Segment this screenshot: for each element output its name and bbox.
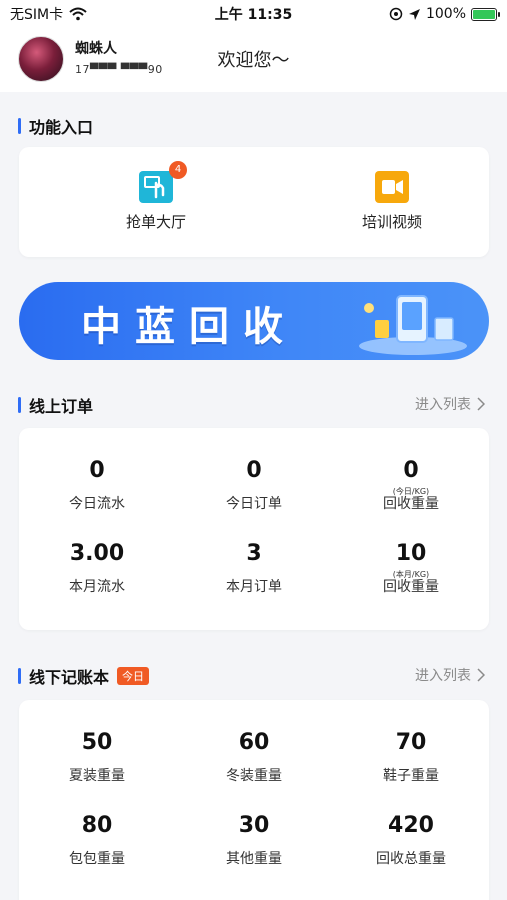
online-orders-card: 0 今日流水 0 今日订单 0 (今日/KG) 回收重量 3.00 本月流水 3… [19, 428, 489, 630]
section-accent-bar [18, 397, 21, 413]
stat-label: 冬装重量 [226, 768, 282, 784]
stat-label: 夏装重量 [69, 768, 125, 784]
banner-title: 中蓝回收 [81, 304, 297, 350]
carrier-label: 无SIM卡 [10, 7, 64, 23]
stat-value: 30 [238, 813, 270, 838]
stat-value: 0 [246, 458, 262, 483]
section-title-text: 功能入口 [29, 118, 94, 137]
video-icon [375, 171, 409, 203]
stat-label: 其他重量 [226, 851, 282, 867]
stat-other-weight[interactable]: 30 其他重量 [179, 813, 329, 868]
stat-value: 70 [395, 730, 427, 755]
orientation-lock-icon [389, 7, 403, 21]
profile-header: 蜘蛛人 17▀▀▀ ▀▀▀90 欢迎您～ [0, 28, 507, 92]
offline-ledger-enter-list-link[interactable]: 进入列表 [415, 665, 485, 685]
status-right: 100% [389, 6, 500, 22]
enter-list-label: 进入列表 [415, 397, 471, 413]
stat-today-orders[interactable]: 0 今日订单 [179, 458, 329, 513]
stat-label: 回收总重量 [376, 851, 446, 867]
stat-label: 今日订单 [226, 496, 282, 512]
section-title-text: 线上订单 [29, 397, 94, 416]
promo-banner[interactable]: 中蓝回收 [19, 282, 489, 360]
status-left: 无SIM卡 [10, 4, 87, 24]
stat-value: 0 [89, 458, 105, 483]
stat-month-orders[interactable]: 3 本月订单 [179, 541, 329, 596]
enter-list-label: 进入列表 [415, 668, 471, 684]
stat-month-weight[interactable]: 10 (本月/KG) 回收重量 [336, 541, 486, 596]
online-orders-enter-list-link[interactable]: 进入列表 [415, 394, 485, 414]
stat-value: 10 [395, 541, 427, 566]
battery-icon [471, 7, 500, 21]
grab-order-hall-button[interactable]: 4 抢单大厅 [81, 161, 231, 232]
chevron-right-icon [477, 397, 485, 411]
recycling-illustration-icon [359, 295, 467, 355]
function-section-title: 功能入口 [18, 114, 93, 138]
training-video-button[interactable]: 培训视频 [317, 171, 467, 232]
stat-winter-clothes-weight[interactable]: 60 冬装重量 [179, 730, 329, 785]
function-card: 4 抢单大厅 培训视频 [19, 147, 489, 257]
stat-value: 0 [403, 458, 419, 483]
training-video-label: 培训视频 [361, 213, 422, 231]
stat-label: 包包重量 [69, 851, 125, 867]
stat-month-revenue[interactable]: 3.00 本月流水 [22, 541, 172, 596]
grab-order-hall-label: 抢单大厅 [125, 213, 186, 231]
stat-sub-unit: (本月/KG) [392, 570, 430, 579]
offline-ledger-card: 50 夏装重量 60 冬装重量 70 鞋子重量 80 包包重量 30 其他重量 … [19, 700, 489, 900]
order-count-badge: 4 [169, 161, 187, 179]
status-bar: 无SIM卡 上午 11:35 100% [0, 0, 507, 28]
greeting-text: 欢迎您～ [217, 50, 290, 71]
section-accent-bar [18, 668, 21, 684]
stat-total-weight[interactable]: 420 回收总重量 [336, 813, 486, 868]
stat-value: 80 [81, 813, 113, 838]
stat-value: 3 [246, 541, 262, 566]
today-badge: 今日 [117, 667, 150, 685]
section-title-text: 线下记账本 [29, 668, 110, 687]
tap-hand-icon: 4 [139, 161, 187, 203]
stat-value: 3.00 [69, 541, 125, 566]
online-orders-title: 线上订单 [18, 393, 93, 417]
stat-summer-clothes-weight[interactable]: 50 夏装重量 [22, 730, 172, 785]
stat-value: 60 [238, 730, 270, 755]
stat-bags-weight[interactable]: 80 包包重量 [22, 813, 172, 868]
stat-shoes-weight[interactable]: 70 鞋子重量 [336, 730, 486, 785]
stat-sub-unit: (今日/KG) [392, 487, 430, 496]
wifi-icon [69, 7, 87, 21]
stat-value: 50 [81, 730, 113, 755]
section-accent-bar [18, 118, 21, 134]
stat-label: 本月订单 [226, 579, 282, 595]
stat-label: 今日流水 [69, 496, 125, 512]
offline-ledger-title: 线下记账本 今日 [18, 664, 150, 688]
stat-value: 420 [388, 813, 434, 838]
chevron-right-icon [477, 668, 485, 682]
stat-today-weight[interactable]: 0 (今日/KG) 回收重量 [336, 458, 486, 513]
stat-label: 鞋子重量 [383, 768, 439, 784]
stat-label: 本月流水 [69, 579, 125, 595]
stat-today-revenue[interactable]: 0 今日流水 [22, 458, 172, 513]
location-arrow-icon [408, 8, 420, 20]
battery-percent: 100% [425, 6, 466, 22]
